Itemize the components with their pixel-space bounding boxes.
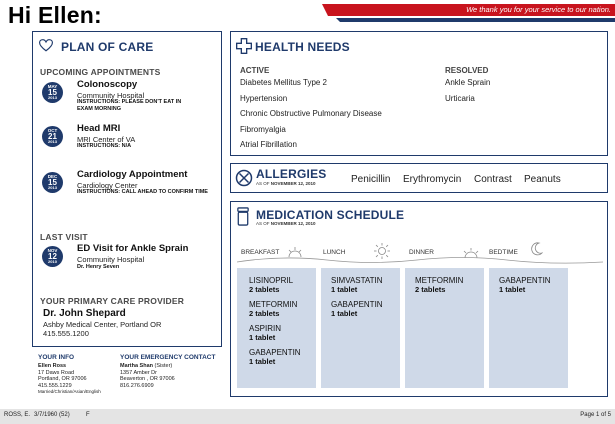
medical-cross-icon (236, 38, 252, 54)
footer-sex: F (86, 412, 90, 418)
medication-item: GABAPENTIN 1 tablet (249, 348, 301, 366)
medication-schedule-panel: MEDICATION SCHEDULE AS OF NOVEMBER 12, 2… (230, 201, 608, 397)
health-needs-title: HEALTH NEEDS (255, 40, 350, 54)
bedtime-column: GABAPENTIN 1 tablet (489, 268, 568, 388)
last-visit-title[interactable]: ED Visit for Ankle Sprain (77, 243, 188, 254)
pill-bottle-icon (237, 207, 249, 226)
allergies-panel: ALLERGIES AS OF NOVEMBER 12, 2010 Penici… (230, 163, 608, 193)
heart-icon (39, 39, 53, 52)
pcp-place: Ashby Medical Center, Portland OR (43, 320, 162, 329)
medication-item: LISINOPRIL 2 tablets (249, 276, 294, 294)
pcp-label: YOUR PRIMARY CARE PROVIDER (40, 296, 185, 306)
medication-item: ASPIRIN 1 tablet (249, 324, 282, 342)
active-condition: Atrial Fibrillation (240, 140, 297, 149)
plan-of-care-panel: PLAN OF CARE UPCOMING APPOINTMENTS MAY 1… (32, 31, 222, 347)
active-condition: Fibromyalgia (240, 125, 286, 134)
allergies-title: ALLERGIES (256, 167, 327, 181)
footer-page: Page 1 of 5 (580, 412, 611, 418)
medication-schedule-title: MEDICATION SCHEDULE (256, 208, 405, 222)
dinner-column: METFORMIN 2 tablets (405, 268, 484, 388)
medication-item: SIMVASTATIN 1 tablet (331, 276, 383, 294)
your-info-block: YOUR INFO Ellen Ross 17 Daws Road Portla… (38, 354, 101, 396)
active-condition: Hypertension (240, 94, 288, 103)
last-visit-doctor: Dr. Henry Seven (77, 264, 120, 270)
medication-item: METFORMIN 2 tablets (249, 300, 298, 318)
resolved-condition: Ankle Sprain (445, 78, 491, 87)
pcp-phone[interactable]: 415.555.1200 (43, 329, 89, 338)
your-info-extra: Married/Christian/Asian/English (38, 389, 101, 394)
lunch-column: SIMVASTATIN 1 tablet GABAPENTIN 1 tablet (321, 268, 400, 388)
no-allergy-icon (235, 169, 253, 187)
appointment-title[interactable]: Cardiology Appointment (77, 169, 187, 180)
your-info-label: YOUR INFO (38, 354, 75, 361)
medication-item: METFORMIN 2 tablets (415, 276, 464, 294)
last-visit-place: Community Hospital (77, 255, 145, 264)
timeline-wave (237, 257, 603, 264)
appointment-date-badge: DEC 15 2013 (42, 172, 63, 193)
last-visit-label: LAST VISIT (40, 232, 88, 242)
appointment-instructions: INSTRUCTIONS: N/A (77, 143, 132, 149)
header-tagline: We thank you for your service to our nat… (466, 5, 611, 14)
upcoming-appointments-label: UPCOMING APPOINTMENTS (40, 67, 161, 77)
active-condition: Chronic Obstructive Pulmonary Disease (240, 109, 382, 118)
breakfast-column: LISINOPRIL 2 tablets METFORMIN 2 tablets A… (237, 268, 316, 388)
medication-item: GABAPENTIN 1 tablet (499, 276, 551, 294)
allergy-item: Peanuts (524, 174, 561, 185)
appointment-title[interactable]: Head MRI (77, 123, 120, 134)
allergy-item: Penicillin (351, 174, 391, 185)
medication-asof: AS OF NOVEMBER 12, 2010 (256, 221, 316, 226)
appointment-date-badge: MAY 15 2013 (42, 82, 63, 103)
active-label: ACTIVE (240, 66, 270, 75)
pcp-name[interactable]: Dr. John Shepard (43, 308, 126, 319)
footer-bar: ROSS, E. 3/7/1960 (52) F Page 1 of 5 (0, 409, 615, 424)
plan-of-care-title: PLAN OF CARE (61, 40, 154, 54)
emergency-contact-block: YOUR EMERGENCY CONTACT Martha Shan (Sist… (120, 354, 215, 389)
last-visit-date-badge: NOV 12 2010 (42, 246, 63, 267)
emergency-contact-relation: (Sister) (154, 363, 173, 369)
appointment-instructions: INSTRUCTIONS: CALL AHEAD TO CONFIRM TIME (77, 189, 208, 195)
appointment-date-badge: OCT 21 2013 (42, 126, 63, 147)
footer-patient: ROSS, E. (4, 412, 31, 418)
allergy-item: Erythromycin (403, 174, 462, 185)
resolved-condition: Urticaria (445, 94, 475, 103)
emergency-contact-label: YOUR EMERGENCY CONTACT (120, 354, 216, 361)
allergy-item: Contrast (474, 174, 512, 185)
active-condition: Diabetes Mellitus Type 2 (240, 78, 328, 87)
appointment-instructions: INSTRUCTIONS: PLEASE DON'T EAT IN EXAM M… (77, 99, 182, 112)
footer-dob: 3/7/1960 (52) (34, 412, 70, 418)
page-title: Hi Ellen: (8, 2, 102, 28)
emergency-contact-name: Martha Shan (120, 363, 154, 369)
medication-item: GABAPENTIN 1 tablet (331, 300, 383, 318)
allergies-asof: AS OF NOVEMBER 12, 2010 (256, 181, 316, 186)
emergency-phone: 816.276.6909 (120, 382, 154, 389)
appointment-title[interactable]: Colonoscopy (77, 79, 137, 90)
resolved-label: RESOLVED (445, 66, 489, 75)
health-needs-panel: HEALTH NEEDS ACTIVE Diabetes Mellitus Ty… (230, 31, 608, 156)
